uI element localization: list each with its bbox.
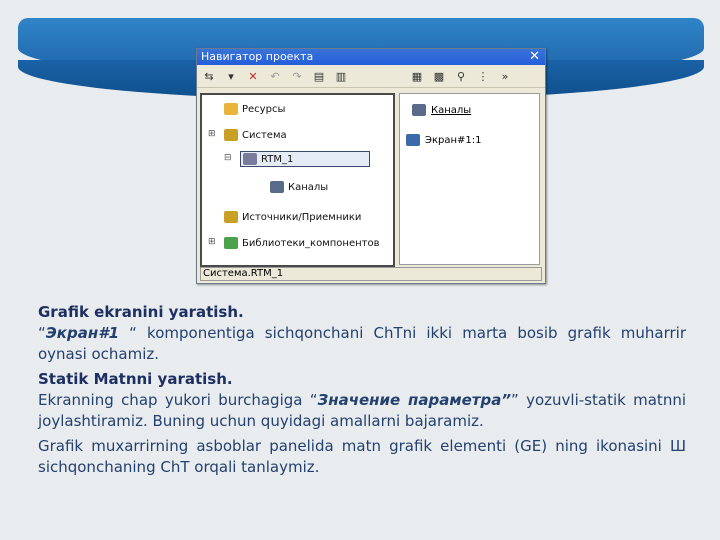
screen-name: Экран#1 [45, 324, 120, 342]
close-icon[interactable]: ✕ [529, 49, 540, 65]
tree-item-sources[interactable]: Источники/Приемники [224, 211, 361, 223]
paragraph-static-text: Ekranning chap yukori burchagiga “Значен… [38, 390, 686, 432]
project-navigator-window[interactable]: Навигатор проекта ✕ ⇆ ▾ ✕ ↶ ↷ ▤ ▥ ▦ ▩ ⚲ … [196, 48, 546, 284]
screen-icon [406, 134, 420, 146]
undo-icon[interactable]: ↶ [267, 68, 283, 84]
heading-static-text: Statik Matnni yaratish. [38, 370, 233, 388]
project-tree[interactable]: Ресурсы ⊞ Система ⊟ RTM_1 Каналы Источни… [200, 93, 395, 267]
find-icon[interactable]: ⚲ [453, 68, 469, 84]
list-item-channels[interactable]: Каналы [412, 104, 471, 116]
system-icon [224, 129, 238, 141]
list-item-label: Экран#1:1 [425, 134, 482, 146]
window-titlebar[interactable]: Навигатор проекта ✕ [197, 49, 545, 65]
list-item-screen1[interactable]: Экран#1:1 [406, 134, 482, 146]
tree-item-label: RTM_1 [261, 153, 294, 165]
redo-icon[interactable]: ↷ [289, 68, 305, 84]
paragraph-text: “ komponentiga sichqonchani ChTni ikki m… [38, 324, 686, 363]
tree-item-libraries[interactable]: Библиотеки_компонентов [224, 237, 379, 249]
folder-icon [224, 103, 238, 115]
list-item-label: Каналы [431, 104, 472, 116]
channels-icon [270, 181, 284, 193]
param-value-label: Значение параметра” [317, 391, 512, 409]
tree-view-icon[interactable]: ⋮ [475, 68, 491, 84]
channels-icon [412, 104, 426, 116]
paragraph-toolbar: Grafik muxarrirning asboblar panelida ma… [38, 437, 686, 476]
tree-item-rtm1[interactable]: RTM_1 [240, 151, 371, 167]
tree-item-channels[interactable]: Каналы [270, 181, 328, 193]
tree-item-system[interactable]: Система [224, 129, 287, 141]
sources-icon [224, 211, 238, 223]
window-title: Навигатор проекта [201, 50, 314, 63]
expand-icon[interactable]: ⊞ [208, 237, 216, 247]
delete-icon[interactable]: ✕ [245, 68, 261, 84]
tree-item-label: Система [242, 129, 287, 141]
navigator-panes: Ресурсы ⊞ Система ⊟ RTM_1 Каналы Источни… [200, 93, 540, 267]
tree-item-resources[interactable]: Ресурсы [224, 103, 285, 115]
tree-item-label: Источники/Приемники [242, 211, 362, 223]
status-bar: Система.RTM_1 [200, 267, 542, 281]
copy-icon[interactable]: ▤ [311, 68, 327, 84]
link-icon[interactable]: ⇆ [201, 68, 217, 84]
dropdown-icon[interactable]: ▾ [223, 68, 239, 84]
slide: Навигатор проекта ✕ ⇆ ▾ ✕ ↶ ↷ ▤ ▥ ▦ ▩ ⚲ … [0, 0, 720, 540]
library-icon [224, 237, 238, 249]
properties-icon[interactable]: ▦ [409, 68, 425, 84]
quote-open: “ [38, 324, 46, 342]
paste-icon[interactable]: ▥ [333, 68, 349, 84]
slide-body: Grafik ekranini yaratish. “Экран#1 “ kom… [38, 302, 686, 482]
collapse-icon[interactable]: ⊟ [224, 153, 232, 163]
more-icon[interactable]: » [497, 68, 513, 84]
paragraph-screen: “Экран#1 “ komponentiga sichqonchani ChT… [38, 323, 686, 365]
tree-item-label: Ресурсы [242, 103, 286, 115]
rtm-icon [243, 153, 257, 165]
heading-create-screen: Grafik ekranini yaratish. [38, 303, 244, 321]
paragraph-text: Ekranning chap yukori burchagiga “ [38, 391, 318, 409]
tree-item-label: Библиотеки_компонентов [242, 237, 380, 249]
expand-icon[interactable]: ⊞ [208, 129, 216, 139]
window-toolbar: ⇆ ▾ ✕ ↶ ↷ ▤ ▥ ▦ ▩ ⚲ ⋮ » [197, 65, 545, 88]
open-icon[interactable]: ▩ [431, 68, 447, 84]
component-list[interactable]: Каналы Экран#1:1 [399, 93, 540, 265]
tree-item-label: Каналы [288, 181, 329, 193]
